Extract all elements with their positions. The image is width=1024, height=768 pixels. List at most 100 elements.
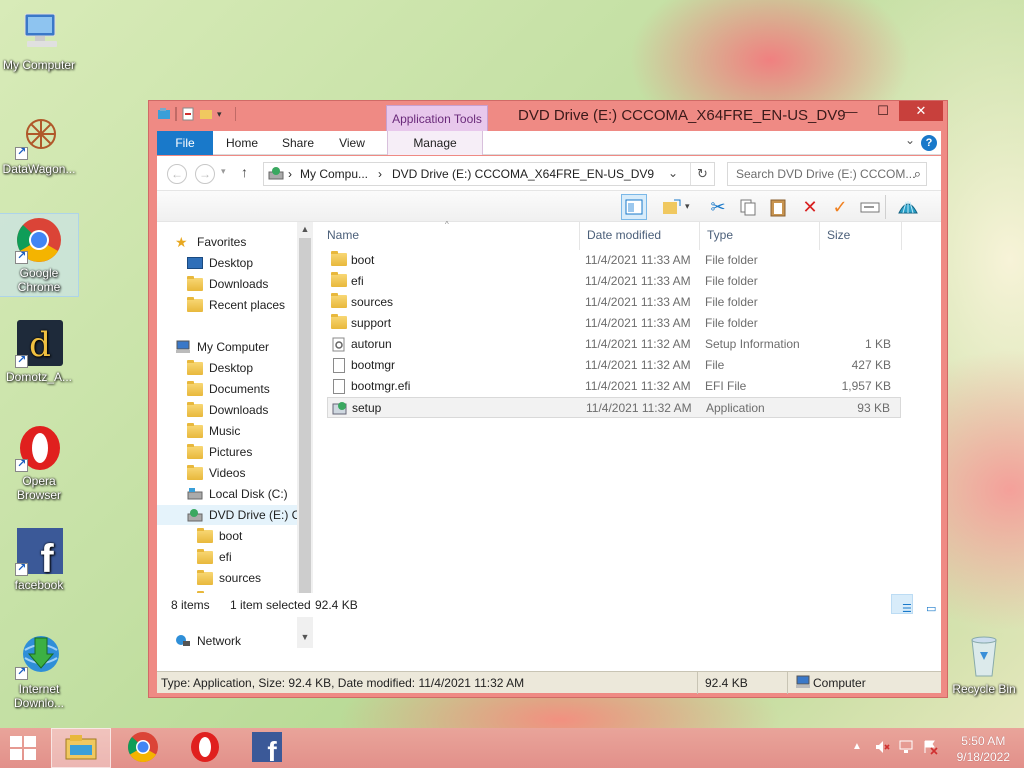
computer-small-icon [795, 675, 811, 692]
nav-computer-pictures[interactable]: Pictures [187, 442, 252, 462]
maximize-button[interactable]: ☐ [867, 101, 899, 121]
column-header-type[interactable]: Type [707, 228, 733, 246]
file-row[interactable]: boot 11/4/2021 11:33 AM File folder [327, 250, 901, 271]
desktop-icon-google-chrome[interactable]: Google Chrome [0, 213, 79, 297]
help-icon[interactable]: ? [921, 135, 937, 151]
desktop-icon-datawagon[interactable]: DataWagon... [0, 112, 78, 176]
tab-share[interactable]: Share [273, 131, 323, 155]
file-name: efi [351, 274, 364, 288]
cut-icon[interactable]: ✂ [705, 194, 731, 220]
column-header-date[interactable]: Date modified [587, 228, 661, 246]
nav-scrollbar[interactable]: ▲ ▼ [297, 222, 313, 648]
tab-view[interactable]: View [327, 131, 377, 155]
large-icons-view-button[interactable]: ▭ [915, 594, 937, 615]
system-clock[interactable]: 5:50 AM 9/18/2022 [957, 733, 1010, 765]
paste-icon[interactable] [765, 194, 791, 220]
tab-file[interactable]: File [157, 131, 213, 155]
nav-local-disk[interactable]: Local Disk (C:) [187, 484, 288, 504]
file-row[interactable]: bootmgr 11/4/2021 11:32 AM File 427 KB [327, 355, 901, 376]
nav-computer-downloads[interactable]: Downloads [187, 400, 268, 420]
breadcrumb-dvd-drive[interactable]: DVD Drive (E:) CCCOMA_X64FRE_EN-US_DV9 [392, 167, 654, 181]
nav-favorite-downloads[interactable]: Downloads [187, 274, 268, 294]
title-bar[interactable]: ▾ Application Tools DVD Drive (E:) CCCOM… [149, 101, 947, 131]
file-row[interactable]: sources 11/4/2021 11:33 AM File folder [327, 292, 901, 313]
options-dropdown-icon[interactable]: ▾ [685, 201, 690, 212]
nav-label: Downloads [209, 403, 269, 417]
details-view-button[interactable]: ☰ [891, 594, 913, 615]
desktop-icon-recycle-bin[interactable]: Recycle Bin [944, 632, 1024, 696]
file-type: File folder [705, 274, 758, 288]
file-row[interactable]: support 11/4/2021 11:33 AM File folder [327, 313, 901, 334]
scroll-up-icon[interactable]: ▲ [297, 224, 313, 238]
copy-icon[interactable] [735, 194, 761, 220]
expand-ribbon-icon[interactable]: ⌄ [905, 133, 915, 147]
nav-favorites[interactable]: ★ Favorites [175, 232, 246, 252]
nav-dvd-efi[interactable]: efi [197, 547, 232, 567]
nav-dvd-drive[interactable]: DVD Drive (E:) CC [157, 505, 309, 525]
folder-options-icon[interactable] [659, 194, 685, 220]
nav-label: Videos [209, 466, 246, 480]
shortcut-arrow-icon [15, 249, 28, 264]
action-center-icon[interactable] [922, 739, 938, 758]
start-button[interactable] [10, 736, 38, 762]
nav-dvd-boot[interactable]: boot [197, 526, 242, 546]
taskbar-facebook[interactable]: f [237, 728, 297, 768]
volume-muted-icon[interactable] [874, 739, 890, 758]
nav-computer-videos[interactable]: Videos [187, 463, 245, 483]
domotz-icon: d [15, 320, 63, 368]
column-header-size[interactable]: Size [827, 228, 850, 246]
network-tray-icon[interactable] [898, 739, 914, 758]
qat-dropdown-icon[interactable]: ▾ [217, 107, 231, 121]
taskbar-file-explorer[interactable] [51, 728, 111, 768]
breadcrumb-my-computer[interactable]: My Compu... [300, 167, 368, 181]
minimize-button[interactable]: — [835, 101, 867, 121]
taskbar-opera[interactable] [175, 728, 235, 768]
shortcut-arrow-icon [15, 665, 28, 680]
scrollbar-thumb[interactable] [299, 238, 311, 614]
window-title: DVD Drive (E:) CCCOMA_X64FRE_EN-US_DV9 [518, 107, 846, 124]
shell-icon[interactable] [895, 194, 921, 220]
desktop-icon-internet-download[interactable]: Internet Downlo... [0, 632, 78, 710]
search-input[interactable]: Search DVD Drive (E:) CCCOM... ⌕ [727, 162, 927, 186]
new-folder-icon[interactable] [199, 107, 213, 121]
up-arrow-icon[interactable]: ↑ [241, 164, 248, 180]
address-dropdown-icon[interactable]: ⌄ [668, 166, 678, 180]
file-row-selected[interactable]: setup 11/4/2021 11:32 AM Application 93 … [327, 397, 901, 418]
taskbar-chrome[interactable] [113, 728, 173, 768]
scroll-down-icon[interactable]: ▼ [297, 632, 313, 646]
search-icon: ⌕ [913, 166, 921, 181]
tab-manage[interactable]: Manage [387, 131, 483, 155]
column-header-name[interactable]: Name [327, 228, 359, 246]
file-name: bootmgr.efi [351, 379, 411, 393]
file-row[interactable]: bootmgr.efi 11/4/2021 11:32 AM EFI File … [327, 376, 901, 397]
properties-check-icon[interactable]: ✓ [827, 194, 853, 220]
tab-home[interactable]: Home [215, 131, 269, 155]
nav-favorite-recent[interactable]: Recent places [187, 295, 285, 315]
nav-computer-desktop[interactable]: Desktop [187, 358, 253, 378]
desktop-icon-opera[interactable]: Opera Browser [0, 424, 78, 502]
nav-my-computer[interactable]: My Computer [175, 337, 269, 357]
desktop-icon-facebook[interactable]: f facebook [0, 528, 78, 592]
nav-label: Network [197, 634, 242, 648]
back-button[interactable]: ← [167, 164, 187, 184]
rename-icon[interactable] [857, 194, 883, 220]
preview-pane-icon[interactable] [621, 194, 647, 220]
desktop-icon-domotz[interactable]: d Domotz_A... [0, 320, 78, 384]
desktop-icon-my-computer[interactable]: My Computer [0, 8, 78, 72]
nav-network[interactable]: Network [175, 631, 241, 648]
forward-button[interactable]: → [195, 164, 215, 184]
nav-dvd-sources[interactable]: sources [197, 568, 261, 588]
delete-icon[interactable]: ✕ [797, 194, 823, 220]
nav-computer-documents[interactable]: Documents [187, 379, 270, 399]
recent-locations-icon[interactable]: ▾ [221, 166, 226, 177]
refresh-icon[interactable]: ↻ [690, 163, 714, 185]
close-button[interactable]: ✕ [899, 101, 943, 121]
nav-label: Documents [209, 382, 270, 396]
address-bar[interactable]: › My Compu... › DVD Drive (E:) CCCOMA_X6… [263, 162, 715, 186]
nav-favorite-desktop[interactable]: Desktop [187, 253, 253, 273]
properties-icon[interactable] [181, 107, 195, 121]
file-row[interactable]: autorun 11/4/2021 11:32 AM Setup Informa… [327, 334, 901, 355]
file-row[interactable]: efi 11/4/2021 11:33 AM File folder [327, 271, 901, 292]
show-hidden-icons-icon[interactable]: ▲ [852, 741, 862, 752]
nav-computer-music[interactable]: Music [187, 421, 240, 441]
